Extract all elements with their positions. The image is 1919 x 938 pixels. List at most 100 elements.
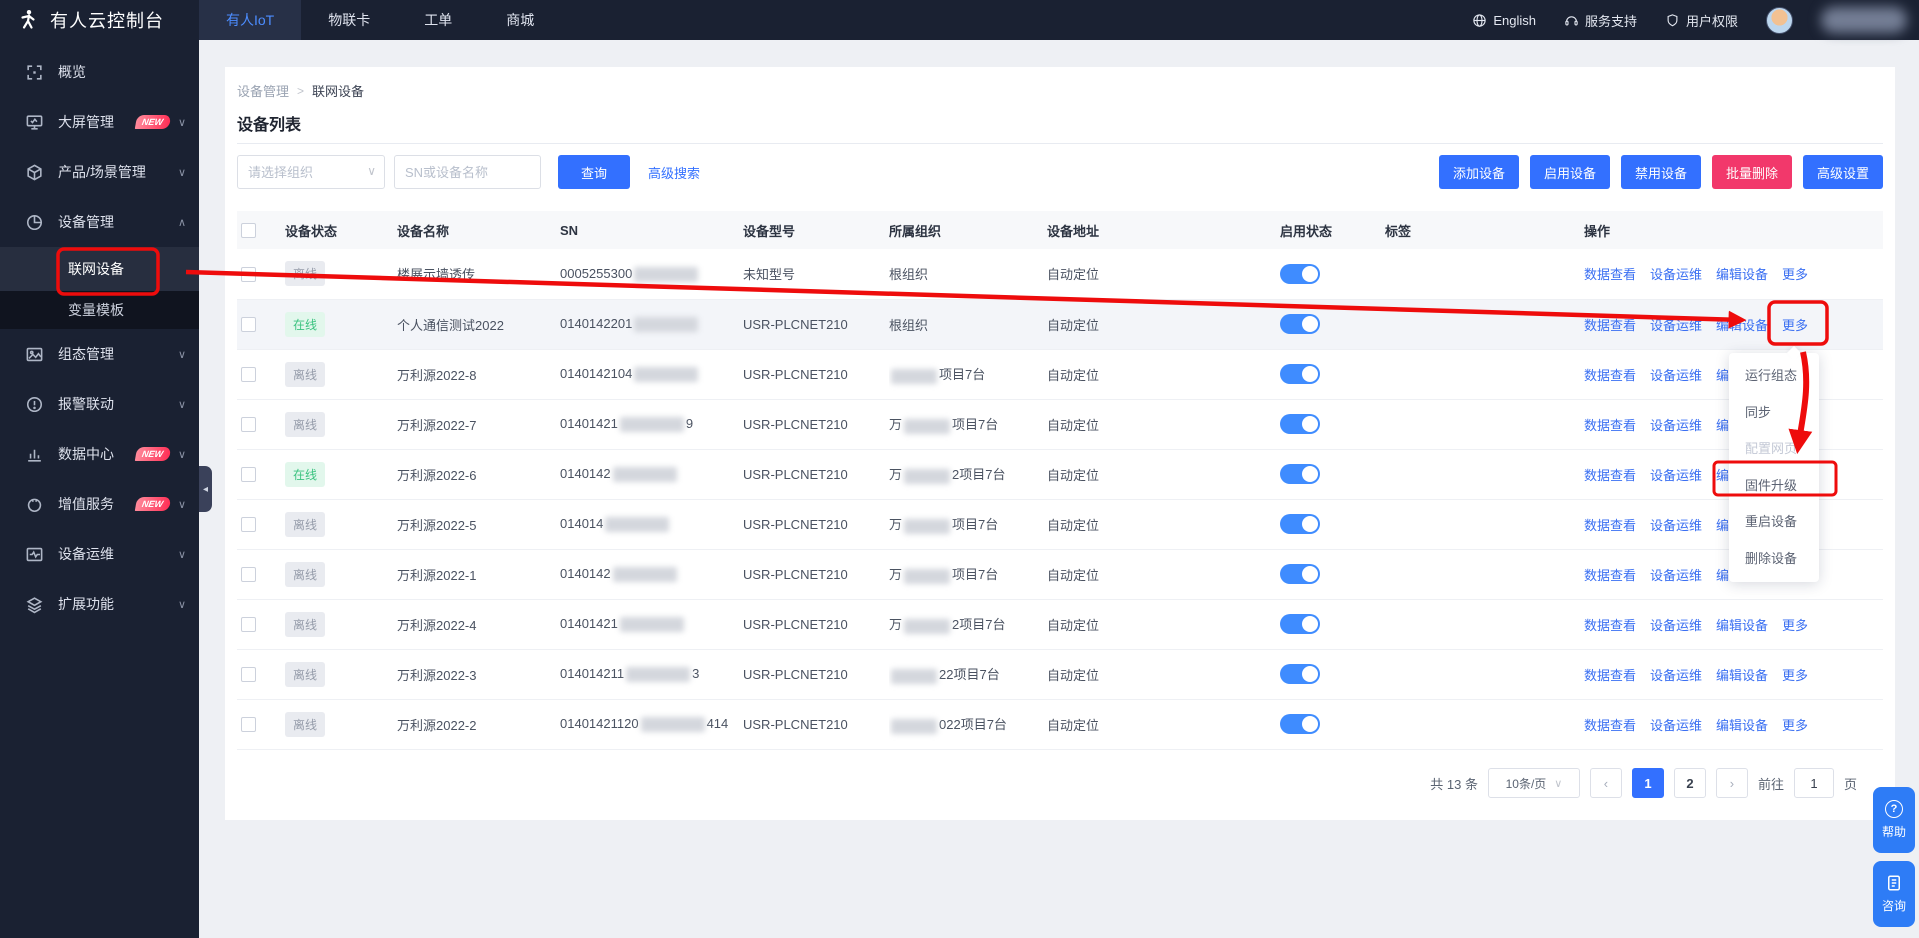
device-ops-link[interactable]: 设备运维 [1650,318,1702,333]
sn-redacted [641,717,705,732]
enable-toggle[interactable] [1280,614,1320,634]
consult-button[interactable]: 咨询 [1873,861,1915,927]
edit-device-link[interactable]: 编辑设备 [1716,267,1768,282]
device-ops-link[interactable]: 设备运维 [1650,468,1702,483]
sidebar-item-networked-devices[interactable]: 联网设备 [0,247,199,291]
more-link[interactable]: 更多 [1782,267,1808,282]
enable-toggle[interactable] [1280,714,1320,734]
edit-device-link[interactable]: 编辑设备 [1716,318,1768,333]
menu-item-firmware-upgrade[interactable]: 固件升级 [1729,468,1819,505]
service-support[interactable]: 服务支持 [1564,11,1637,30]
enable-device-button[interactable]: 启用设备 [1530,155,1610,189]
page-size-select[interactable]: 10条/页 ∨ [1488,768,1580,798]
avatar[interactable] [1766,7,1793,34]
data-view-link[interactable]: 数据查看 [1584,568,1636,583]
prev-page-button[interactable]: ‹ [1590,768,1622,798]
status-badge: 离线 [285,412,325,437]
menu-item-sync[interactable]: 同步 [1729,395,1819,432]
menu-item-run-scada[interactable]: 运行组态 [1729,358,1819,395]
sidebar-item-overview[interactable]: 概览 [0,47,199,97]
disable-device-button[interactable]: 禁用设备 [1621,155,1701,189]
edit-device-link[interactable]: 编辑设备 [1716,718,1768,733]
enable-toggle[interactable] [1280,364,1320,384]
data-view-link[interactable]: 数据查看 [1584,518,1636,533]
sidebar-item-product-scene[interactable]: 产品/场景管理 ∨ [0,147,199,197]
sidebar-item-extensions[interactable]: 扩展功能 ∨ [0,579,199,629]
data-view-link[interactable]: 数据查看 [1584,318,1636,333]
page-2-button[interactable]: 2 [1674,768,1706,798]
more-link[interactable]: 更多 [1782,318,1808,333]
device-ops-link[interactable]: 设备运维 [1650,368,1702,383]
row-checkbox[interactable] [241,267,256,282]
row-checkbox[interactable] [241,667,256,682]
row-checkbox[interactable] [241,717,256,732]
menu-item-restart-device[interactable]: 重启设备 [1729,504,1819,541]
tab-mall[interactable]: 商城 [479,0,561,40]
help-button[interactable]: ? 帮助 [1873,787,1915,853]
data-view-link[interactable]: 数据查看 [1584,418,1636,433]
advanced-search-link[interactable]: 高级搜索 [648,163,700,182]
device-ops-link[interactable]: 设备运维 [1650,518,1702,533]
data-view-link[interactable]: 数据查看 [1584,718,1636,733]
row-checkbox[interactable] [241,467,256,482]
add-device-button[interactable]: 添加设备 [1439,155,1519,189]
edit-device-link[interactable]: 编辑设备 [1716,668,1768,683]
language-switch[interactable]: English [1472,13,1536,28]
device-ops-link[interactable]: 设备运维 [1650,267,1702,282]
org-select[interactable] [237,155,385,189]
next-page-button[interactable]: › [1716,768,1748,798]
batch-delete-button[interactable]: 批量删除 [1712,155,1792,189]
data-view-link[interactable]: 数据查看 [1584,468,1636,483]
breadcrumb-parent[interactable]: 设备管理 [237,81,289,100]
query-button[interactable]: 查询 [558,155,630,189]
data-view-link[interactable]: 数据查看 [1584,267,1636,282]
enable-toggle[interactable] [1280,564,1320,584]
row-checkbox[interactable] [241,317,256,332]
sidebar-item-device-mgmt[interactable]: 设备管理 ∧ [0,197,199,247]
enable-toggle[interactable] [1280,464,1320,484]
more-link[interactable]: 更多 [1782,618,1808,633]
device-ops-link[interactable]: 设备运维 [1650,718,1702,733]
device-tag [1385,349,1584,399]
enable-toggle[interactable] [1280,664,1320,684]
enable-toggle[interactable] [1280,514,1320,534]
sidebar-item-screen-mgmt[interactable]: 大屏管理 NEW ∨ [0,97,199,147]
page-1-button[interactable]: 1 [1632,768,1664,798]
user-permission[interactable]: 用户权限 [1665,11,1738,30]
row-checkbox[interactable] [241,617,256,632]
row-checkbox[interactable] [241,567,256,582]
enable-toggle[interactable] [1280,264,1320,284]
sidebar-item-alarm-linkage[interactable]: 报警联动 ∨ [0,379,199,429]
advanced-settings-button[interactable]: 高级设置 [1803,155,1883,189]
data-view-link[interactable]: 数据查看 [1584,668,1636,683]
tab-iot-card[interactable]: 物联卡 [301,0,397,40]
search-input[interactable] [394,155,541,189]
sidebar-collapse-handle[interactable]: ◂ [199,466,212,512]
row-checkbox[interactable] [241,517,256,532]
data-view-link[interactable]: 数据查看 [1584,368,1636,383]
sidebar-item-variable-template[interactable]: 变量模板 [0,291,199,329]
menu-item-delete-device[interactable]: 删除设备 [1729,541,1819,578]
row-checkbox[interactable] [241,417,256,432]
device-ops-link[interactable]: 设备运维 [1650,668,1702,683]
device-ops-link[interactable]: 设备运维 [1650,618,1702,633]
goto-page-input[interactable] [1794,768,1834,798]
enable-toggle[interactable] [1280,314,1320,334]
sidebar-item-value-added[interactable]: 增值服务 NEW ∨ [0,479,199,529]
sidebar-item-device-ops[interactable]: 设备运维 ∨ [0,529,199,579]
device-ops-link[interactable]: 设备运维 [1650,418,1702,433]
sidebar-item-scada-mgmt[interactable]: 组态管理 ∨ [0,329,199,379]
data-view-link[interactable]: 数据查看 [1584,618,1636,633]
row-checkbox[interactable] [241,367,256,382]
sidebar-item-data-center[interactable]: 数据中心 NEW ∨ [0,429,199,479]
row-operations: 数据查看设备运维编辑设备更多 [1584,699,1883,749]
device-sn: 01401421 [560,599,743,649]
enable-toggle[interactable] [1280,414,1320,434]
device-ops-link[interactable]: 设备运维 [1650,568,1702,583]
tab-usr-iot[interactable]: 有人IoT [199,0,301,40]
more-link[interactable]: 更多 [1782,668,1808,683]
more-link[interactable]: 更多 [1782,718,1808,733]
select-all-checkbox[interactable] [241,223,256,238]
tab-work-order[interactable]: 工单 [397,0,479,40]
edit-device-link[interactable]: 编辑设备 [1716,618,1768,633]
